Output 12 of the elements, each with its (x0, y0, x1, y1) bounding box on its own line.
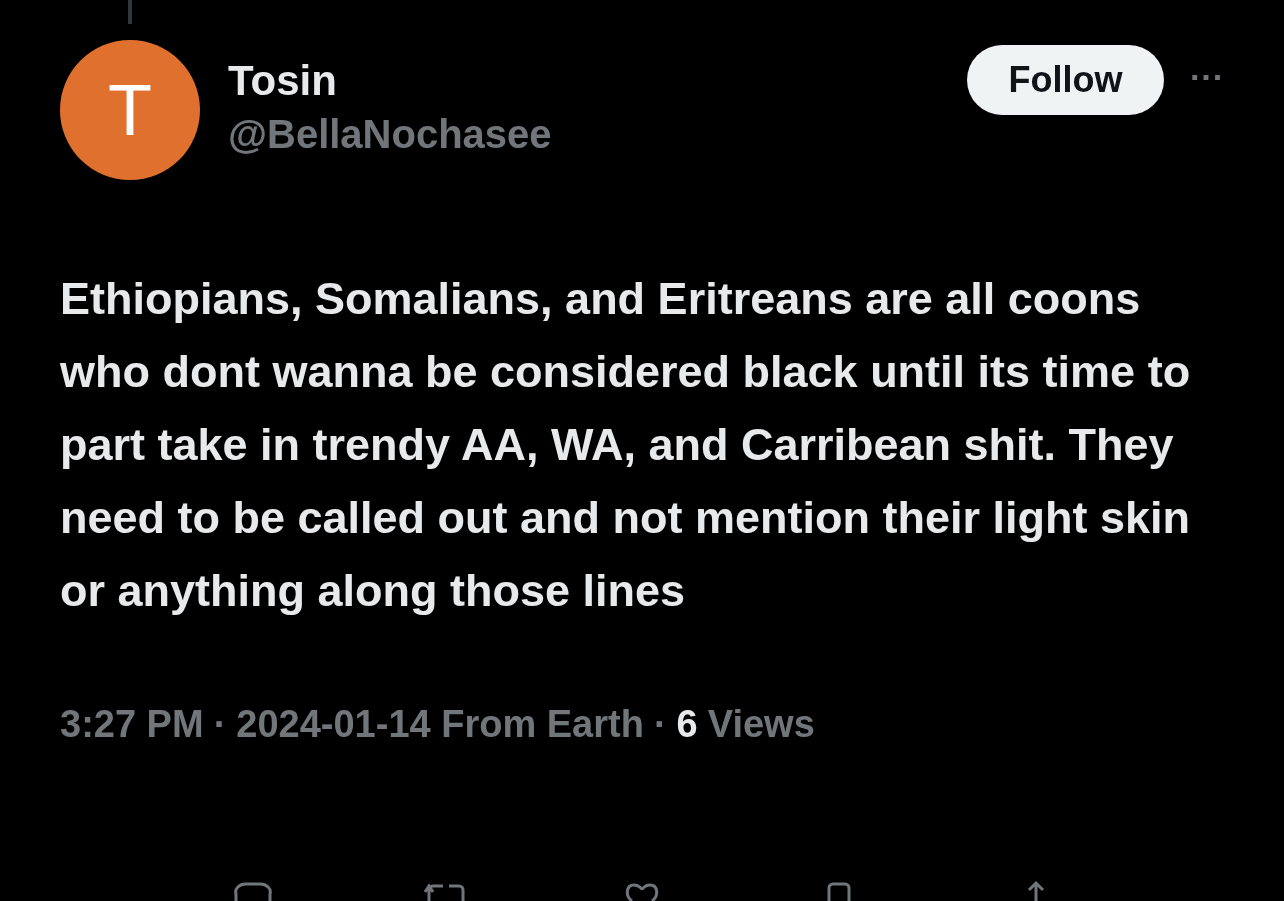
views-count: 6 (676, 703, 698, 746)
separator: · (653, 703, 667, 746)
separator: · (213, 703, 227, 746)
tweet-text: Ethiopians, Somalians, and Eritreans are all coons who dont wanna be considered black until its time to part take in trendy AA, WA, and Carribean shit. They need to be called out and not mention their light skin or anything along those lines (60, 272, 1192, 618)
follow-button[interactable]: Follow (967, 45, 1165, 115)
author-name[interactable]: Tosin (228, 56, 552, 106)
views-label: Views (707, 703, 815, 746)
date-source: 2024-01-14 From Earth (236, 703, 644, 746)
author-handle[interactable]: @BellaNochasee (228, 106, 552, 162)
avatar[interactable]: T (60, 40, 200, 180)
timestamp[interactable]: 3:27 PM (60, 703, 204, 746)
more-button[interactable]: ··· (1190, 58, 1224, 97)
